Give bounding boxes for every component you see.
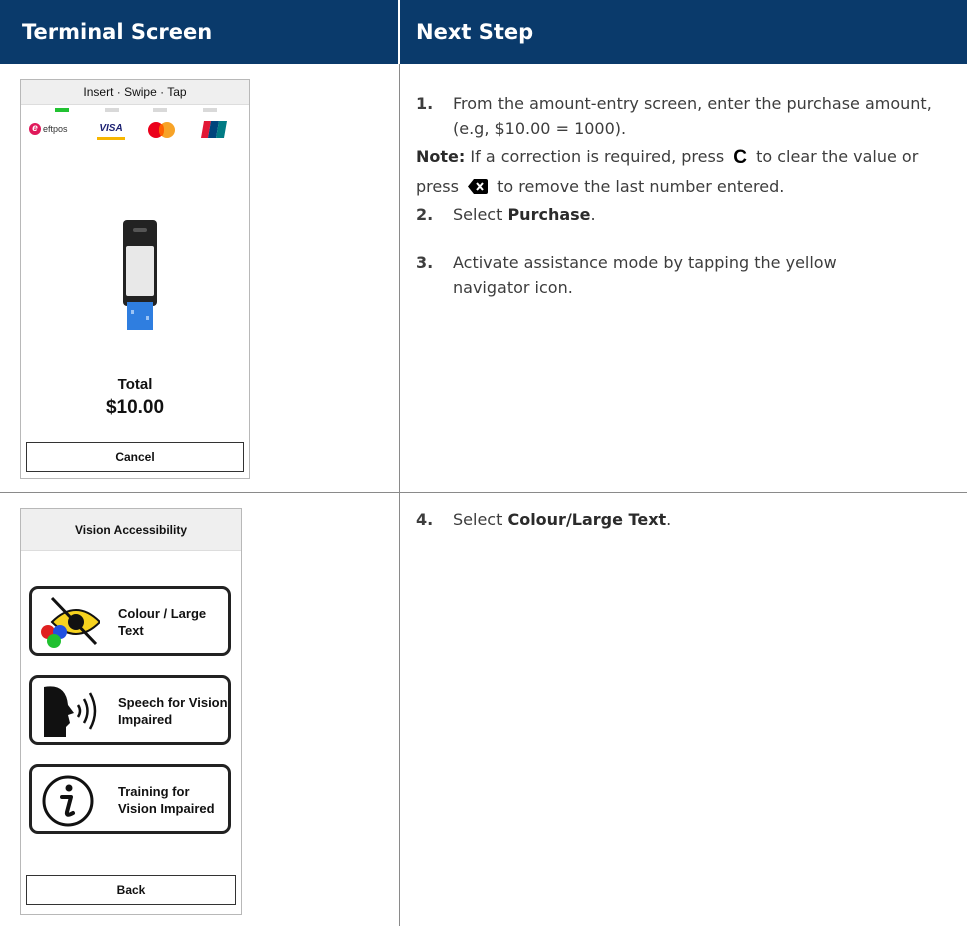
note-text-3: to remove the last number entered.	[497, 177, 785, 196]
progress-indicator-3	[153, 108, 167, 112]
mastercard-logo	[148, 122, 176, 138]
step-number: 2.	[416, 205, 434, 224]
cancel-button[interactable]: Cancel	[26, 442, 244, 472]
note-text-1: If a correction is required, press	[470, 147, 725, 166]
next-step-header: Next Step	[400, 0, 967, 64]
progress-indicator-4	[203, 108, 217, 112]
speaking-head-icon	[44, 686, 97, 737]
total-label: Total	[117, 376, 153, 393]
option-label: Training for Vision Impaired	[118, 784, 215, 816]
note-label: Note:	[416, 147, 466, 166]
terminal-screen-payment: Insert · Swipe · Tap e eftpos VISA Total …	[20, 79, 250, 479]
screen-title: Vision Accessibility	[21, 509, 241, 551]
card-logos: e eftpos VISA	[21, 119, 249, 141]
screen-title: Insert · Swipe · Tap	[21, 80, 249, 105]
total-amount: $10.00	[105, 397, 165, 418]
step-text: Select Purchase.	[453, 205, 596, 224]
step-number: 1.	[416, 94, 434, 113]
step-text: Activate assistance mode by tapping the …	[453, 253, 837, 297]
visa-logo: VISA	[97, 122, 125, 140]
step-number: 3.	[416, 253, 434, 272]
back-button[interactable]: Back	[26, 875, 236, 905]
column-divider	[399, 64, 400, 926]
backspace-icon	[468, 179, 488, 194]
step-text: Select Colour/Large Text.	[453, 510, 672, 529]
step-text: From the amount-entry screen, enter the …	[453, 94, 932, 138]
terminal-screen-header: Terminal Screen	[0, 0, 398, 64]
progress-indicator-1	[55, 108, 69, 112]
clear-key-icon: C	[733, 147, 747, 168]
correction-note: Note: If a correction is required, press…	[416, 142, 946, 201]
eftpos-logo: e eftpos	[29, 123, 68, 135]
progress-indicator-2	[105, 108, 119, 112]
row-divider	[0, 492, 967, 493]
terminal-screen-vision-accessibility: Vision Accessibility Colour / Large Text…	[20, 508, 242, 915]
option-label: Speech for Vision Impaired	[118, 695, 228, 727]
option-label: Colour / Large Text	[118, 606, 207, 638]
info-icon	[42, 775, 94, 827]
colour-large-text-option[interactable]: Colour / Large Text	[29, 586, 231, 656]
step-number: 4.	[416, 510, 434, 529]
terminal-device-icon	[123, 220, 157, 330]
colour-eye-icon	[41, 596, 100, 648]
unionpay-logo	[201, 121, 227, 138]
training-for-vision-impaired-option[interactable]: Training for Vision Impaired	[29, 764, 231, 834]
speech-for-vision-impaired-option[interactable]: Speech for Vision Impaired	[29, 675, 231, 745]
